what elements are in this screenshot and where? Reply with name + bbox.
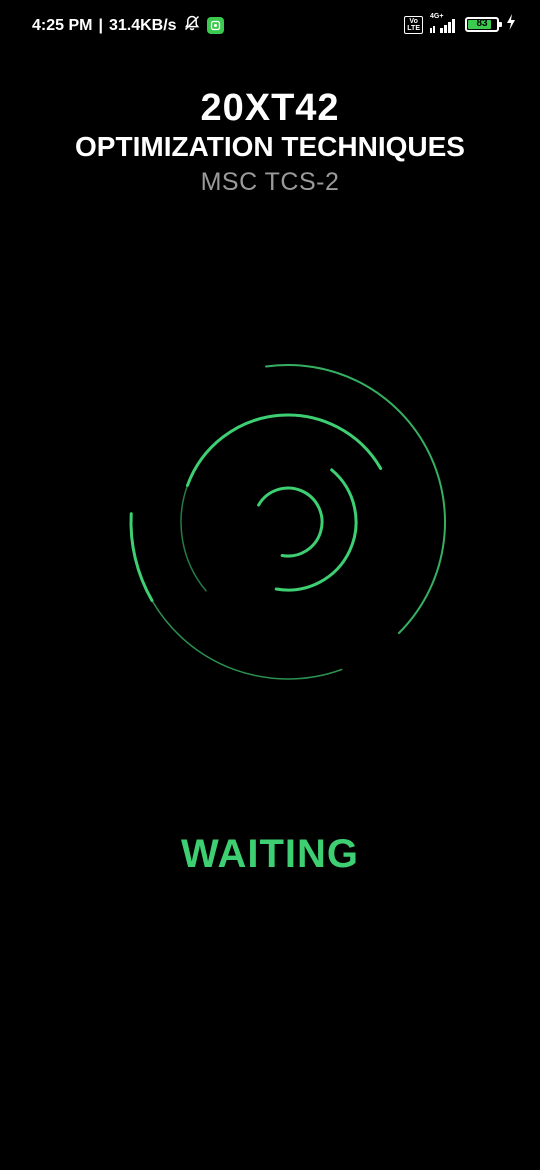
spinner-outer-arc bbox=[265, 363, 447, 634]
waiting-status-label: WAITING bbox=[180, 832, 360, 876]
attendance-waiting-screen: 4:25 PM | 31.4KB/s Vo LTE 4G+ 83 20XT42 … bbox=[0, 0, 540, 1170]
spinner-outer-arc-bright bbox=[129, 512, 154, 602]
spinner-center-arc bbox=[257, 486, 324, 558]
spinner-outer-arc-faint bbox=[151, 599, 343, 680]
loading-spinner-icon bbox=[129, 363, 447, 680]
spinner-middle-arc bbox=[186, 413, 383, 487]
spinner-middle-arc-faint bbox=[180, 484, 207, 592]
